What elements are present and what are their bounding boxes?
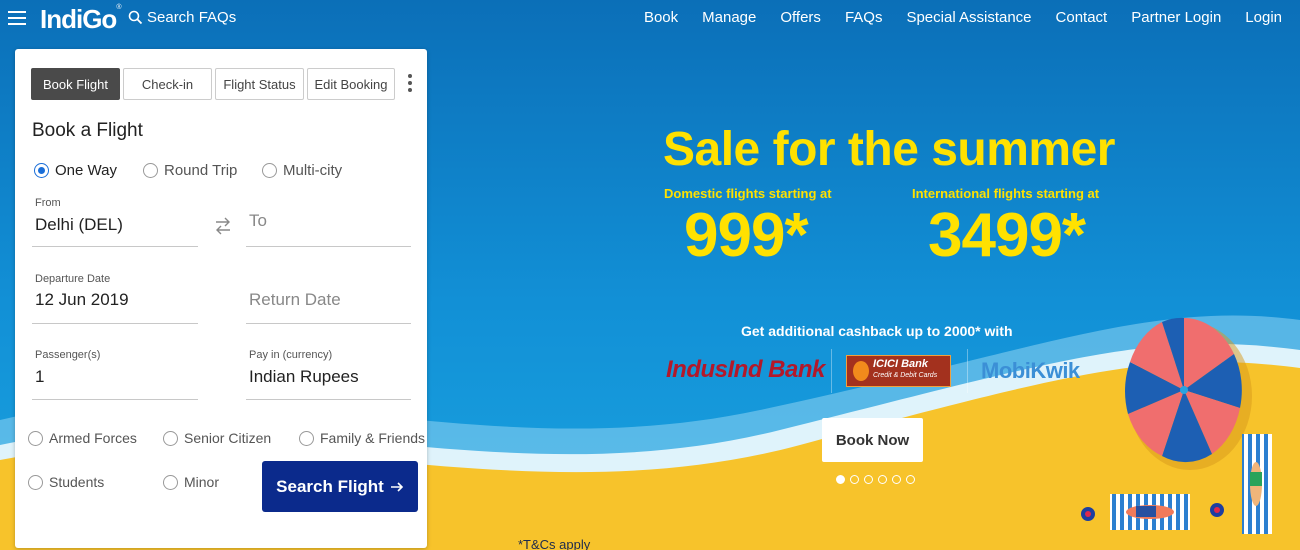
tab-flight-status[interactable]: Flight Status — [215, 68, 304, 100]
search-icon — [128, 10, 143, 25]
radio-family-friends[interactable]: Family & Friends — [299, 430, 425, 446]
from-label: From — [35, 197, 61, 209]
radio-icon — [262, 163, 277, 178]
beach-towel-left — [1110, 494, 1190, 530]
from-value: Delhi (DEL) — [35, 215, 123, 234]
book-now-button[interactable]: Book Now — [822, 418, 923, 462]
domestic-label: Domestic flights starting at — [664, 186, 832, 201]
arrow-right-icon — [390, 481, 403, 492]
radio-one-way[interactable]: One Way — [34, 162, 117, 179]
from-field[interactable]: From Delhi (DEL) — [32, 195, 198, 247]
carousel-dot-4[interactable] — [878, 475, 887, 484]
nav-book[interactable]: Book — [644, 9, 678, 26]
radio-selected-icon — [34, 163, 49, 178]
icici-bank-logo: ICICI Bank Credit & Debit Cards — [846, 355, 951, 387]
carousel-dot-2[interactable] — [850, 475, 859, 484]
passengers-label: Passenger(s) — [35, 349, 101, 361]
panel-title: Book a Flight — [32, 120, 143, 141]
radio-icon — [28, 474, 43, 490]
partner-divider — [967, 349, 968, 393]
mobikwik-logo: MobiKwik — [981, 358, 1080, 383]
carousel-dot-1[interactable] — [836, 475, 845, 484]
to-placeholder: To — [249, 211, 267, 230]
return-date-field[interactable]: Return Date — [246, 271, 411, 324]
radio-students[interactable]: Students — [28, 474, 104, 490]
radio-icon — [143, 163, 158, 178]
departure-value: 12 Jun 2019 — [35, 290, 129, 309]
radio-icon — [163, 430, 178, 446]
carousel-dot-6[interactable] — [906, 475, 915, 484]
indusind-bank-logo: IndusInd Bank — [666, 356, 825, 383]
nav-faqs[interactable]: FAQs — [845, 9, 883, 26]
to-field[interactable]: To — [246, 195, 411, 247]
search-flight-button[interactable]: Search Flight — [262, 461, 418, 512]
cashback-text: Get additional cashback up to 2000* with — [741, 323, 1013, 339]
top-navigation-bar: IndiGo® Search FAQs Book Manage Offers F… — [0, 0, 1300, 38]
tab-check-in[interactable]: Check-in — [123, 68, 212, 100]
carousel-indicators — [836, 475, 915, 484]
swap-icon[interactable] — [214, 216, 232, 236]
carousel-dot-5[interactable] — [892, 475, 901, 484]
currency-field[interactable]: Pay in (currency) Indian Rupees — [246, 347, 411, 400]
return-placeholder: Return Date — [249, 290, 341, 309]
promo-title: Sale for the summer — [663, 123, 1115, 176]
radio-round-trip[interactable]: Round Trip — [143, 162, 237, 179]
partner-divider — [831, 349, 832, 393]
nav-contact[interactable]: Contact — [1056, 9, 1108, 26]
beach-towel-right — [1242, 434, 1272, 534]
tab-book-flight[interactable]: Book Flight — [31, 68, 120, 100]
domestic-price: 999* — [684, 201, 809, 270]
carousel-dot-3[interactable] — [864, 475, 873, 484]
indigo-logo[interactable]: IndiGo® — [40, 4, 122, 35]
search-faqs-link[interactable]: Search FAQs — [128, 9, 236, 26]
international-price: 3499* — [928, 201, 1086, 270]
hamburger-menu-icon[interactable] — [8, 7, 26, 29]
main-nav: Book Manage Offers FAQs Special Assistan… — [644, 9, 1282, 26]
search-flight-label: Search Flight — [276, 476, 384, 496]
radio-icon — [163, 474, 178, 490]
booking-tabs: Book Flight Check-in Flight Status Edit … — [31, 68, 395, 100]
radio-armed-forces[interactable]: Armed Forces — [28, 430, 137, 446]
departure-date-field[interactable]: Departure Date 12 Jun 2019 — [32, 271, 198, 324]
radio-icon — [28, 430, 43, 446]
international-label: International flights starting at — [912, 186, 1100, 201]
currency-label: Pay in (currency) — [249, 349, 333, 361]
departure-label: Departure Date — [35, 273, 111, 285]
passengers-value: 1 — [35, 367, 45, 386]
radio-multi-city[interactable]: Multi-city — [262, 162, 342, 179]
more-options-icon[interactable] — [408, 74, 414, 95]
nav-special-assistance[interactable]: Special Assistance — [906, 9, 1031, 26]
passengers-field[interactable]: Passenger(s) 1 — [32, 347, 198, 400]
currency-value: Indian Rupees — [249, 367, 359, 386]
nav-offers[interactable]: Offers — [780, 9, 821, 26]
nav-login[interactable]: Login — [1245, 9, 1282, 26]
radio-minor[interactable]: Minor — [163, 474, 219, 490]
tab-edit-booking[interactable]: Edit Booking — [307, 68, 395, 100]
search-faqs-label: Search FAQs — [147, 9, 237, 26]
radio-senior-citizen[interactable]: Senior Citizen — [163, 430, 271, 446]
icici-emblem-icon — [853, 361, 869, 381]
terms-note: *T&Cs apply — [518, 537, 591, 550]
nav-manage[interactable]: Manage — [702, 9, 756, 26]
radio-icon — [299, 430, 314, 446]
nav-partner-login[interactable]: Partner Login — [1131, 9, 1221, 26]
booking-panel: Book Flight Check-in Flight Status Edit … — [15, 49, 427, 548]
